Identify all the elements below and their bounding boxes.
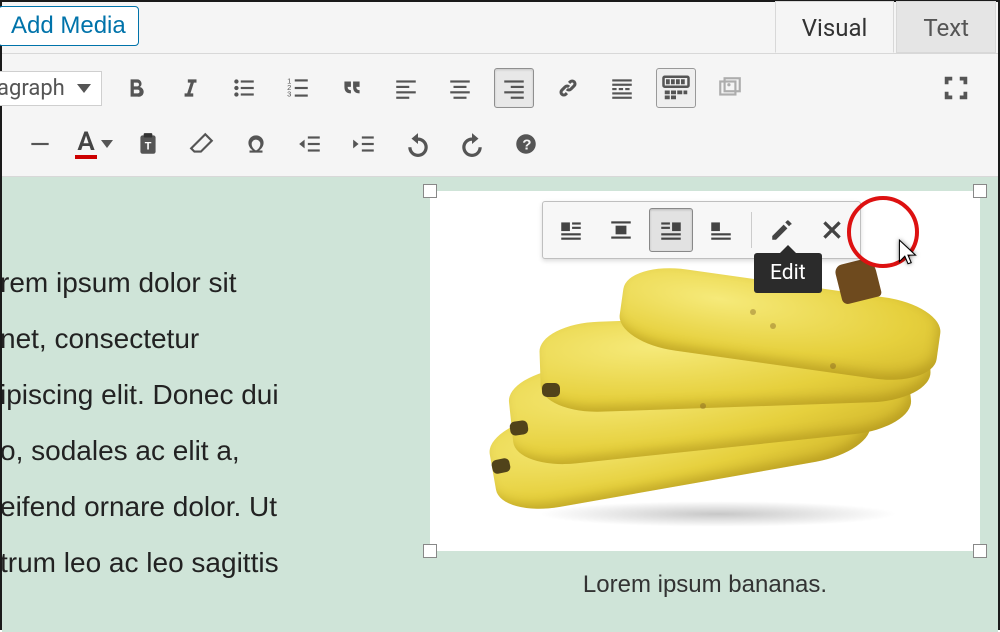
read-more-button[interactable] [602,68,642,108]
number-list-button[interactable]: 123 [278,68,318,108]
toolbar-row-2: A T ? [2,116,994,172]
indent-icon [351,131,377,157]
link-icon [555,75,581,101]
tab-text[interactable]: Text [896,1,996,53]
eraser-icon [189,131,215,157]
editor-toolbar: agraph 123 A T ? [2,54,998,177]
special-char-button[interactable] [236,124,276,164]
bold-icon [123,75,149,101]
align-left-button[interactable] [386,68,426,108]
tab-visual[interactable]: Visual [775,1,895,53]
resize-handle-tr[interactable] [973,184,987,198]
align-right-icon [658,217,684,243]
paste-text-button[interactable]: T [128,124,168,164]
img-align-none-button[interactable] [699,208,743,252]
toolbar-row-1: agraph 123 [2,60,994,116]
more-icon [609,75,635,101]
resize-handle-tl[interactable] [423,184,437,198]
toolbar-toggle-button[interactable] [656,68,696,108]
redo-icon [459,131,485,157]
gallery-button[interactable] [710,68,750,108]
kitchen-sink-icon [661,73,691,103]
clipboard-icon: T [135,131,161,157]
bullet-list-button[interactable] [224,68,264,108]
fullscreen-button[interactable] [936,68,976,108]
text-color-button[interactable]: A [74,124,114,164]
italic-icon [177,75,203,101]
img-align-left-button[interactable] [549,208,593,252]
outdent-button[interactable] [290,124,330,164]
text-color-icon: A [75,129,96,159]
spacer [139,2,773,53]
link-button[interactable] [548,68,588,108]
pencil-icon [769,217,795,243]
image-frame[interactable]: Edit [430,191,980,551]
image-caption[interactable]: Lorem ipsum bananas. [430,571,980,599]
resize-handle-br[interactable] [973,544,987,558]
format-select[interactable]: agraph [0,71,102,106]
italic-button[interactable] [170,68,210,108]
img-align-right-button[interactable] [649,208,693,252]
divider [751,212,752,248]
bold-button[interactable] [116,68,156,108]
hr-button[interactable] [20,124,60,164]
img-remove-button[interactable] [810,208,854,252]
align-left-icon [558,217,584,243]
svg-text:?: ? [522,136,531,153]
editor-canvas[interactable]: rem ipsum dolor sit net, consectetur ipi… [2,177,998,632]
align-center-icon [447,75,473,101]
clear-format-button[interactable] [182,124,222,164]
add-media-button[interactable]: Add Media [0,6,139,46]
undo-button[interactable] [398,124,438,164]
image-content [450,273,960,531]
paragraph-text[interactable]: rem ipsum dolor sit net, consectetur ipi… [2,177,400,591]
align-center-icon [608,217,634,243]
gallery-icon [717,75,743,101]
resize-handle-bl[interactable] [423,544,437,558]
redo-button[interactable] [452,124,492,164]
list-ol-icon: 123 [285,75,311,101]
image-float-toolbar [542,201,861,259]
inserted-image-block[interactable]: Edit Lorem ipsum bananas. [430,191,980,599]
close-icon [819,217,845,243]
omega-icon [243,131,269,157]
indent-button[interactable] [344,124,384,164]
img-align-center-button[interactable] [599,208,643,252]
svg-text:3: 3 [287,90,291,99]
hr-icon [27,131,53,157]
svg-text:T: T [145,140,152,152]
annotation-highlight-circle [847,196,919,268]
blockquote-button[interactable] [332,68,372,108]
align-right-button[interactable] [494,68,534,108]
align-left-icon [393,75,419,101]
quote-icon [339,75,365,101]
cursor-icon [895,238,921,272]
fullscreen-icon [941,73,971,103]
editor-header: Add Media Visual Text [2,2,998,54]
list-ul-icon [231,75,257,101]
outdent-icon [297,131,323,157]
editor-mode-tabs: Visual Text [773,2,996,53]
tooltip-edit: Edit [754,253,822,293]
format-select-label: agraph [0,76,65,101]
undo-icon [405,131,431,157]
align-center-button[interactable] [440,68,480,108]
help-icon: ? [513,131,539,157]
align-none-icon [708,217,734,243]
align-right-icon [501,75,527,101]
chevron-down-icon [101,140,113,148]
help-button[interactable]: ? [506,124,546,164]
chevron-down-icon [77,84,91,93]
